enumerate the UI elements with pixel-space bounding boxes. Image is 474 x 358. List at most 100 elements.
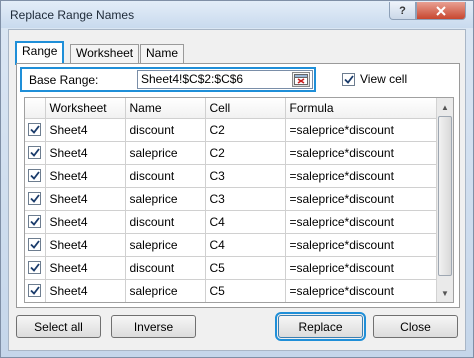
table-row[interactable]: Sheet4 saleprice C2 =saleprice*discount [25, 141, 438, 165]
row-checkbox[interactable] [28, 260, 42, 274]
column-header-formula[interactable]: Formula [285, 98, 438, 119]
cell-formula[interactable]: =saleprice*discount [285, 279, 438, 302]
checkbox-check-icon [30, 285, 40, 295]
checkbox-check-icon [30, 147, 40, 157]
checkbox-check-icon [30, 170, 40, 180]
checkbox-check-icon [30, 193, 40, 203]
cell-name[interactable]: saleprice [125, 187, 206, 211]
range-names-grid[interactable]: Worksheet Name Cell Formula Sheet4 discou… [24, 97, 454, 303]
cell-name[interactable]: saleprice [125, 233, 206, 257]
scroll-down-icon[interactable]: ▼ [438, 285, 452, 301]
tab-range[interactable]: Range [14, 41, 65, 65]
cell-name[interactable]: discount [125, 118, 206, 142]
cell-name[interactable]: discount [125, 256, 206, 280]
row-checkbox-cell[interactable] [25, 279, 46, 302]
cell-name[interactable]: discount [125, 164, 206, 188]
cell-formula[interactable]: =saleprice*discount [285, 256, 438, 280]
dialog-body: Range Worksheet Name Base Range: Sheet4!… [8, 29, 466, 351]
cell-name[interactable]: saleprice [125, 141, 206, 165]
scroll-up-icon[interactable]: ▲ [438, 99, 452, 115]
help-button[interactable]: ? [389, 2, 416, 20]
close-icon [436, 5, 446, 16]
range-picker-button[interactable] [292, 72, 310, 87]
base-range-label: Base Range: [29, 73, 99, 87]
checkbox-check-icon [30, 216, 40, 226]
range-tab-panel: Base Range: Sheet4!$C$2:$C$6 View cell W… [16, 63, 460, 308]
checkbox-check-icon [343, 74, 354, 84]
inverse-button[interactable]: Inverse [111, 315, 196, 338]
cell-reference[interactable]: C5 [205, 279, 286, 302]
tab-worksheet[interactable]: Worksheet [70, 44, 140, 63]
vertical-scrollbar[interactable]: ▲ ▼ [436, 98, 453, 302]
row-checkbox-cell[interactable] [25, 187, 46, 211]
table-row[interactable]: Sheet4 discount C4 =saleprice*discount [25, 210, 438, 234]
range-names-table: Worksheet Name Cell Formula Sheet4 discou… [25, 98, 438, 302]
checkbox-check-icon [30, 239, 40, 249]
table-row[interactable]: Sheet4 discount C5 =saleprice*discount [25, 256, 438, 280]
cell-worksheet[interactable]: Sheet4 [45, 187, 126, 211]
row-checkbox-cell[interactable] [25, 164, 46, 188]
table-row[interactable]: Sheet4 saleprice C4 =saleprice*discount [25, 233, 438, 257]
view-cell-option[interactable]: View cell [342, 72, 407, 86]
row-checkbox[interactable] [28, 145, 42, 159]
cell-reference[interactable]: C4 [205, 210, 286, 234]
cell-formula[interactable]: =saleprice*discount [285, 164, 438, 188]
column-header-worksheet[interactable]: Worksheet [45, 98, 126, 119]
cell-reference[interactable]: C3 [205, 187, 286, 211]
cell-reference[interactable]: C5 [205, 256, 286, 280]
cell-name[interactable]: discount [125, 210, 206, 234]
window-close-button[interactable] [416, 2, 466, 20]
scrollbar-thumb[interactable] [438, 116, 452, 276]
view-cell-label: View cell [360, 72, 408, 86]
row-checkbox-cell[interactable] [25, 118, 46, 142]
cell-formula[interactable]: =saleprice*discount [285, 233, 438, 257]
title-bar[interactable]: Replace Range Names ? [1, 1, 473, 28]
cell-worksheet[interactable]: Sheet4 [45, 118, 126, 142]
column-header-cell[interactable]: Cell [205, 98, 286, 119]
row-checkbox[interactable] [28, 237, 42, 251]
cell-worksheet[interactable]: Sheet4 [45, 141, 126, 165]
cell-name[interactable]: saleprice [125, 279, 206, 302]
base-range-group: Base Range: Sheet4!$C$2:$C$6 [20, 67, 316, 92]
column-header-name[interactable]: Name [125, 98, 206, 119]
table-row[interactable]: Sheet4 saleprice C5 =saleprice*discount [25, 279, 438, 302]
cell-formula[interactable]: =saleprice*discount [285, 210, 438, 234]
cell-reference[interactable]: C4 [205, 233, 286, 257]
cell-worksheet[interactable]: Sheet4 [45, 233, 126, 257]
row-checkbox[interactable] [28, 214, 42, 228]
row-checkbox[interactable] [28, 283, 42, 297]
cell-formula[interactable]: =saleprice*discount [285, 141, 438, 165]
table-row[interactable]: Sheet4 saleprice C3 =saleprice*discount [25, 187, 438, 211]
row-checkbox[interactable] [28, 168, 42, 182]
base-range-value: Sheet4!$C$2:$C$6 [141, 72, 244, 86]
checkbox-check-icon [30, 124, 40, 134]
cell-worksheet[interactable]: Sheet4 [45, 210, 126, 234]
window-title: Replace Range Names [10, 8, 135, 22]
table-row[interactable]: Sheet4 discount C3 =saleprice*discount [25, 164, 438, 188]
cell-reference[interactable]: C2 [205, 141, 286, 165]
row-checkbox[interactable] [28, 122, 42, 136]
select-all-button[interactable]: Select all [16, 315, 101, 338]
view-cell-checkbox[interactable] [342, 72, 355, 86]
row-checkbox-cell[interactable] [25, 141, 46, 165]
cell-worksheet[interactable]: Sheet4 [45, 256, 126, 280]
base-range-input[interactable]: Sheet4!$C$2:$C$6 [137, 70, 313, 89]
cell-reference[interactable]: C3 [205, 164, 286, 188]
close-button[interactable]: Close [373, 315, 458, 338]
cell-reference[interactable]: C2 [205, 118, 286, 142]
cell-formula[interactable]: =saleprice*discount [285, 118, 438, 142]
tab-name[interactable]: Name [140, 44, 185, 63]
row-checkbox-cell[interactable] [25, 210, 46, 234]
checkbox-check-icon [30, 262, 40, 272]
row-checkbox-cell[interactable] [25, 256, 46, 280]
replace-range-names-dialog: Replace Range Names ? Range Worksheet Na… [0, 0, 474, 358]
help-icon: ? [399, 4, 406, 17]
cell-worksheet[interactable]: Sheet4 [45, 279, 126, 302]
cell-formula[interactable]: =saleprice*discount [285, 187, 438, 211]
range-picker-icon [294, 74, 308, 85]
cell-worksheet[interactable]: Sheet4 [45, 164, 126, 188]
row-checkbox-cell[interactable] [25, 233, 46, 257]
replace-button[interactable]: Replace [275, 312, 366, 341]
row-checkbox[interactable] [28, 191, 42, 205]
table-row[interactable]: Sheet4 discount C2 =saleprice*discount [25, 118, 438, 142]
